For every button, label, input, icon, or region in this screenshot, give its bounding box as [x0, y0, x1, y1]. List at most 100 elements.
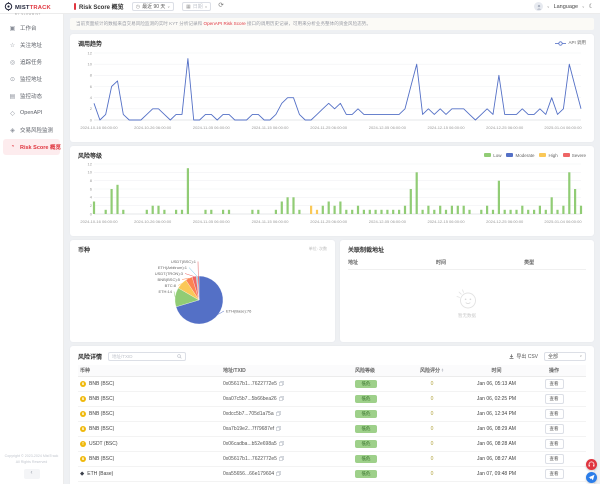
- chevron-down-icon[interactable]: ∨: [547, 5, 550, 9]
- time-range-select[interactable]: ◷ 最近 90 天 ∨: [132, 2, 174, 11]
- date-picker[interactable]: ▦ 日期 ∨: [182, 2, 211, 11]
- copy-icon[interactable]: [279, 456, 284, 461]
- address-text[interactable]: 0xa07c5b7...5b66bea26: [223, 396, 277, 402]
- sanction-column-header: 地址: [348, 259, 436, 266]
- coin-icon: B: [80, 456, 86, 462]
- legend-label: Moderate: [515, 153, 534, 158]
- brand-logo[interactable]: MISTTRACK BY SLOWMIST: [0, 0, 64, 16]
- copy-icon[interactable]: [279, 441, 284, 446]
- legend-item-low[interactable]: Low: [484, 153, 501, 158]
- tracking-tasks-icon: ◎: [9, 59, 16, 66]
- svg-text:2024-10-26 06:00:00: 2024-10-26 06:00:00: [134, 125, 172, 130]
- svg-text:0: 0: [90, 117, 93, 122]
- main-content: 当前页面统计的数据来自交易风险监测的实时 KYT 分析记录和 OpenAPI R…: [64, 14, 600, 484]
- sidebar-item-risk-score-overview[interactable]: ◔Risk Score 概览: [3, 139, 60, 155]
- address-text[interactable]: 0x06cadba...b52e698a5: [223, 441, 277, 447]
- svg-text:8: 8: [90, 178, 93, 183]
- currency-pie-chart: ETH(Base):76ETH:14BTC:8BNB(BSC):5USDT(TR…: [78, 254, 327, 338]
- details-table-body: BBNB (BSC)0x05617b1...7622772e5低危0Jan 06…: [78, 377, 586, 482]
- support-button[interactable]: [586, 459, 597, 470]
- workbench-icon: ▣: [9, 25, 16, 32]
- search-icon[interactable]: [177, 354, 182, 359]
- details-column-header: 地址/TXID: [223, 367, 355, 374]
- call-trend-chart: 0246810122024-10-16 06:00:002024-10-26 0…: [78, 48, 586, 132]
- openapi-icon: ◇: [9, 110, 16, 117]
- currency-card: 币种 单位: 次数 ETH(Base):76ETH:14BTC:8BNB(BSC…: [70, 240, 335, 342]
- risk-level-badge: 低危: [355, 425, 377, 433]
- api-call-legend[interactable]: API 调用: [555, 40, 586, 46]
- view-button[interactable]: 查看: [545, 409, 564, 419]
- row-time: Jan 07, 09:48 PM: [459, 471, 534, 477]
- coin-icon: ◆: [80, 471, 84, 477]
- copy-icon[interactable]: [279, 396, 284, 401]
- export-csv-button[interactable]: 导出 CSV: [509, 353, 538, 360]
- row-time: Jan 06, 08:27 AM: [459, 456, 534, 462]
- copy-icon[interactable]: [276, 426, 281, 431]
- sidebar-item-monitoring-feed[interactable]: ▤监控动态: [3, 88, 60, 104]
- sidebar-item-label: 关注地址: [20, 41, 42, 49]
- address-text[interactable]: 0x05617b1...7622772e5: [223, 381, 277, 387]
- svg-text:12: 12: [88, 50, 93, 55]
- sidebar-item-openapi[interactable]: ◇OpenAPI: [3, 105, 60, 121]
- filter-select[interactable]: 全部 ∨: [544, 352, 586, 361]
- view-button[interactable]: 查看: [545, 454, 564, 464]
- legend-item-high[interactable]: High: [539, 153, 557, 158]
- svg-text:6: 6: [90, 186, 93, 191]
- address-text[interactable]: 0x05617b1...7622772e5: [223, 456, 277, 462]
- search-input[interactable]: [112, 354, 177, 359]
- details-column-header: 风险等级: [355, 367, 405, 374]
- risk-level-title: 风险等级: [78, 151, 102, 160]
- svg-text:2024-12-15 06:00:00: 2024-12-15 06:00:00: [427, 125, 465, 130]
- risk-level-badge: 低危: [355, 410, 377, 418]
- user-avatar[interactable]: [534, 2, 543, 11]
- table-row: ◆ETH (Base)0xa55656...66e179604低危0Jan 07…: [78, 467, 586, 482]
- copy-icon[interactable]: [279, 381, 284, 386]
- row-time: Jan 06, 02:25 PM: [459, 396, 534, 402]
- sort-icon[interactable]: ▲▼: [441, 369, 444, 372]
- dark-mode-toggle-icon[interactable]: ☾: [589, 3, 594, 10]
- telegram-button[interactable]: [586, 472, 597, 483]
- address-text[interactable]: 0xa55656...66e179604: [223, 471, 274, 477]
- pie-label: ETH(Base):76: [226, 309, 252, 314]
- sidebar-item-transaction-risk-monitoring[interactable]: ◈交易风险监测: [3, 122, 60, 138]
- risk-score: 0: [405, 426, 459, 432]
- brand-tagline: BY SLOWMIST: [15, 13, 51, 16]
- sidebar-item-workbench[interactable]: ▣工作台: [3, 20, 60, 36]
- language-selector[interactable]: Language: [554, 4, 578, 10]
- view-button[interactable]: 查看: [545, 469, 564, 479]
- no-data-icon: [454, 287, 480, 311]
- coin-name: BNB (BSC): [89, 456, 114, 462]
- legend-swatch: [484, 153, 491, 157]
- details-column-header[interactable]: 风险评分▲▼: [405, 367, 459, 374]
- copy-icon[interactable]: [276, 411, 281, 416]
- svg-text:2025-01-04 06:00:00: 2025-01-04 06:00:00: [544, 219, 582, 224]
- details-column-header: 时间: [459, 367, 534, 374]
- legend-item-moderate[interactable]: Moderate: [506, 153, 534, 158]
- unit-note: 单位: 次数: [309, 246, 327, 252]
- svg-text:2024-12-05 06:00:00: 2024-12-05 06:00:00: [369, 219, 407, 224]
- risk-score: 0: [405, 411, 459, 417]
- chevron-down-icon: ∨: [579, 354, 582, 358]
- title-accent-bar: [74, 3, 76, 10]
- chevron-down-icon: ∨: [167, 5, 170, 9]
- sidebar-item-label: 交易风险监测: [20, 126, 53, 134]
- sidebar-collapse-button[interactable]: ‹: [24, 469, 40, 479]
- coin-icon: B: [80, 426, 86, 432]
- sidebar-item-tracking-tasks[interactable]: ◎追踪任务: [3, 54, 60, 70]
- monitored-addresses-icon: ⊙: [9, 76, 16, 83]
- refresh-icon[interactable]: ⟳: [218, 3, 223, 10]
- address-text[interactable]: 0xdcc5b7...705d1a75a: [223, 411, 274, 417]
- view-button[interactable]: 查看: [545, 394, 564, 404]
- legend-item-severe[interactable]: Severe: [563, 153, 586, 158]
- copy-icon[interactable]: [276, 471, 281, 476]
- view-button[interactable]: 查看: [545, 439, 564, 449]
- address-text[interactable]: 0xa7b19e2...7f79687ef: [223, 426, 274, 432]
- svg-text:2024-10-26 06:00:00: 2024-10-26 06:00:00: [134, 219, 172, 224]
- openapi-risk-score-link[interactable]: OpenAPI Risk Score: [204, 21, 246, 26]
- row-time: Jan 06, 08:28 AM: [459, 441, 534, 447]
- sidebar-item-monitored-addresses[interactable]: ⊙监控地址: [3, 71, 60, 87]
- sidebar-item-followed-addresses[interactable]: ☆关注地址: [3, 37, 60, 53]
- view-button[interactable]: 查看: [545, 424, 564, 434]
- view-button[interactable]: 查看: [545, 379, 564, 389]
- pie-label: USDT(TRON):3: [155, 271, 184, 276]
